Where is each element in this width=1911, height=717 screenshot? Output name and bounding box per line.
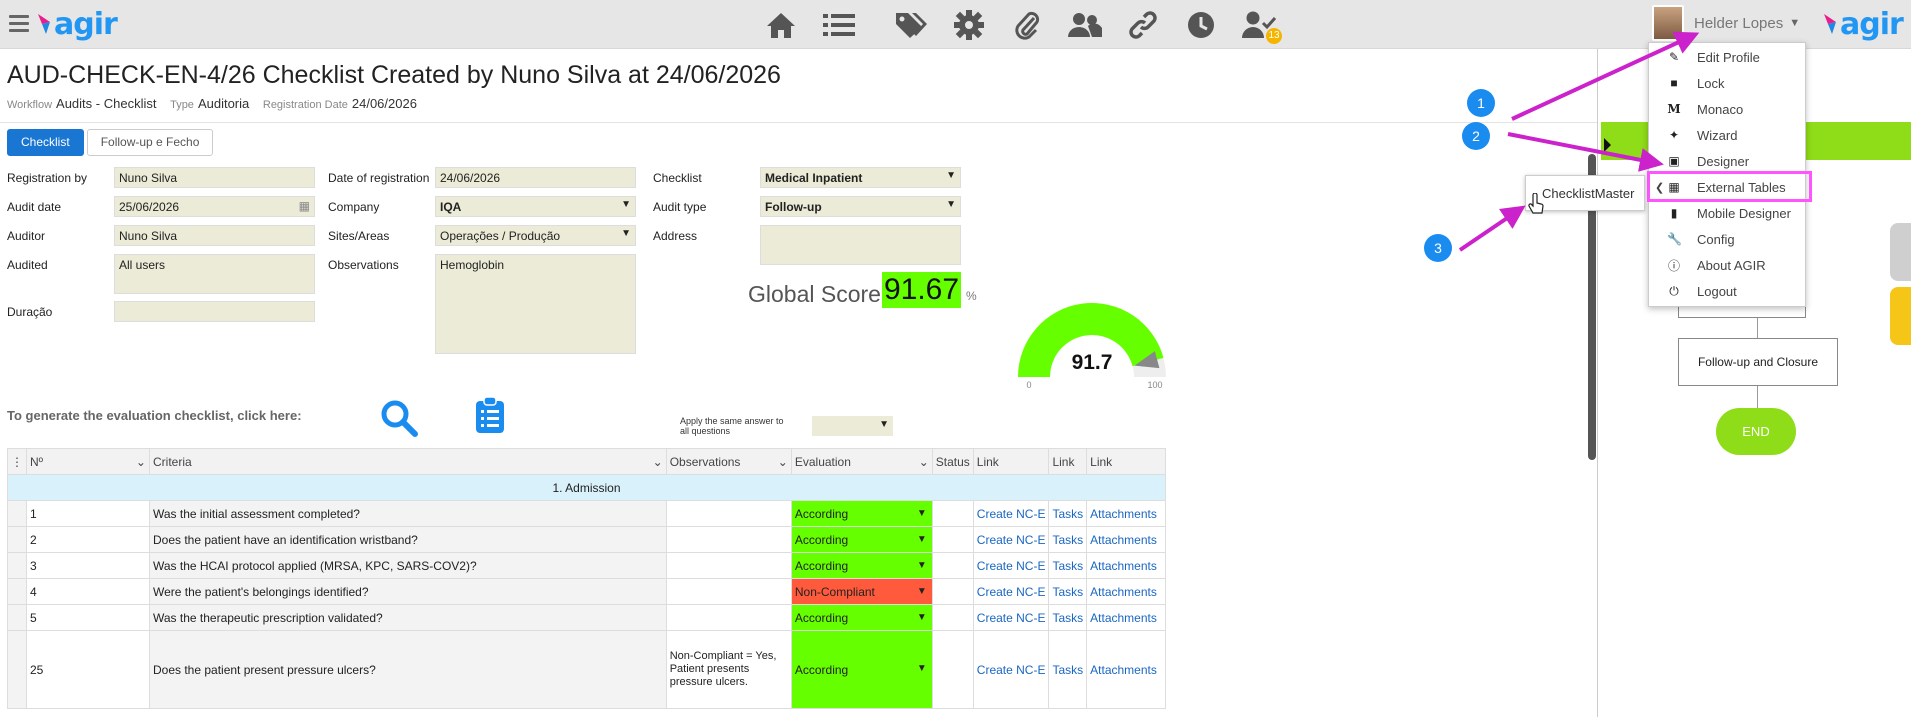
annotation-arrows [1458, 31, 1700, 252]
annotation-number-2: 2 [1462, 122, 1490, 150]
annotation-arrow-1 [1511, 31, 1700, 121]
annotation-number-1: 1 [1467, 89, 1495, 117]
annotation-arrow-2 [1507, 132, 1664, 172]
annotation-arrow-3 [1458, 205, 1526, 252]
annotation-number-3: 3 [1424, 234, 1452, 262]
